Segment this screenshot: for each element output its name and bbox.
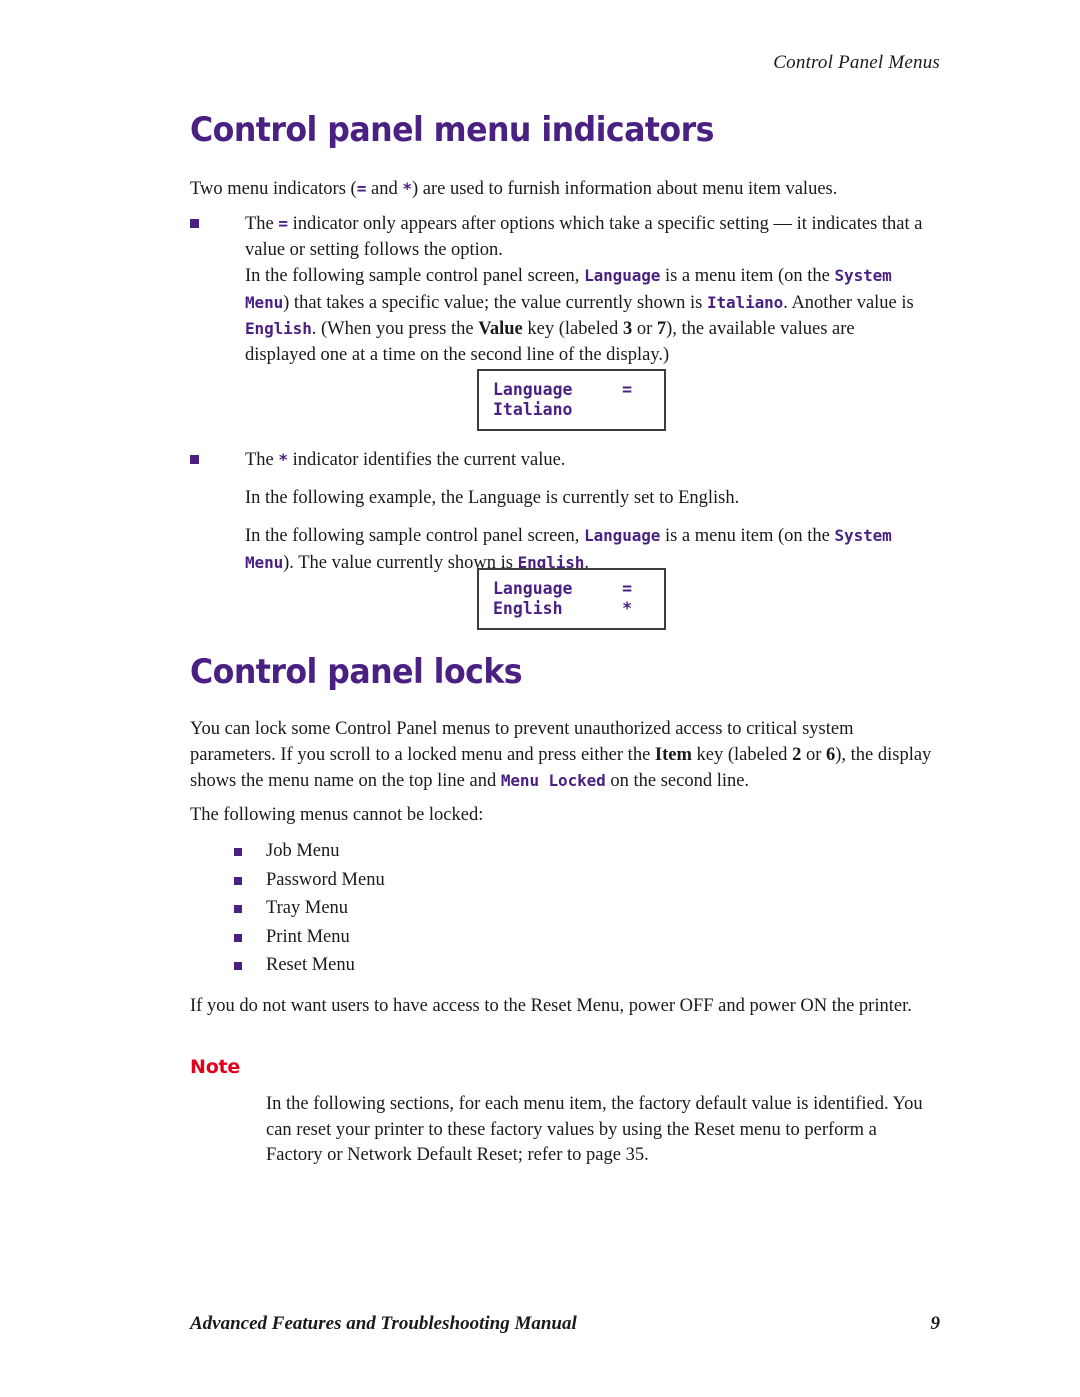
footer-manual-title: Advanced Features and Troubleshooting Ma…: [190, 1313, 577, 1334]
display-line-1: Language =: [493, 579, 633, 598]
intro-paragraph: Two menu indicators (= and *) are used t…: [190, 176, 930, 203]
square-bullet-icon: [234, 905, 242, 913]
power-cycle-paragraph: If you do not want users to have access …: [190, 996, 912, 1016]
key-number-7: 7: [656, 319, 667, 339]
display-line-1: Language =: [493, 380, 633, 399]
list-item-job-menu: Job Menu: [190, 837, 690, 866]
page-title-control-panel-menu-indicators: Control panel menu indicators: [190, 110, 714, 150]
square-bullet-icon: [190, 219, 199, 228]
bullet2-sub-paragraph-1: In the following example, the Language i…: [245, 487, 740, 508]
locks-paragraph: You can lock some Control Panel menus to…: [190, 717, 932, 795]
square-bullet-icon: [190, 455, 199, 464]
key-label-item: Item: [654, 744, 692, 765]
square-bullet-icon: [234, 933, 242, 942]
key-label-value: Value: [478, 319, 523, 339]
intro-text-b: and: [366, 179, 403, 199]
display-message-menu-locked: Menu Locked: [500, 771, 606, 790]
menu-label: Reset Menu: [266, 955, 355, 975]
asterisk-indicator-icon: *: [278, 450, 289, 469]
sub-text-b: is a menu item (on the: [660, 266, 835, 286]
square-bullet-icon: [234, 876, 242, 885]
sub-text-a: In the following sample control panel sc…: [245, 266, 585, 286]
list-item-reset-menu: Reset Menu: [190, 951, 690, 980]
locks-list-intro: The following menus cannot be locked:: [190, 805, 484, 825]
control-panel-display-italiano: Language = Italiano: [477, 369, 666, 431]
page-title-control-panel-locks: Control panel locks: [190, 652, 523, 692]
sub2-text-a: In the following sample control panel sc…: [245, 526, 585, 546]
value-english: English: [245, 319, 312, 338]
sub2-text-b: is a menu item (on the: [660, 526, 835, 546]
page-footer: Advanced Features and Troubleshooting Ma…: [190, 1313, 940, 1335]
control-panel-display-english: Language = English *: [477, 568, 666, 630]
menu-item-name-language: Language: [584, 266, 661, 285]
list-item-password-menu: Password Menu: [190, 866, 690, 895]
running-header: Control Panel Menus: [773, 52, 940, 73]
intro-text-c: ) are used to furnish information about …: [411, 179, 838, 199]
document-page: Control Panel Menus Control panel menu i…: [0, 0, 1080, 1397]
equals-indicator-icon: =: [278, 214, 289, 233]
menu-item-name-language: Language: [584, 526, 661, 545]
sub-text-c: ) that takes a specific value; the value…: [283, 292, 707, 313]
sub-text-d: . Another value is: [783, 292, 914, 313]
locks-text-b: key (labeled: [691, 744, 793, 765]
list-item-print-menu: Print Menu: [190, 923, 690, 952]
locks-text-e: on the second line.: [605, 771, 750, 791]
display-line-2: English *: [493, 599, 633, 618]
list-item: The = indicator only appears after optio…: [190, 211, 930, 263]
menu-label: Tray Menu: [266, 898, 349, 918]
key-number-2: 2: [792, 744, 802, 765]
key-number-6: 6: [825, 744, 836, 765]
bullet2-text-a: The: [245, 450, 279, 470]
key-number-3: 3: [622, 319, 633, 339]
bullet-text: The * indicator identifies the current v…: [245, 447, 930, 474]
intro-text-a: Two menu indicators (: [190, 179, 357, 199]
square-bullet-icon: [234, 962, 242, 970]
bullet-text: The = indicator only appears after optio…: [245, 211, 930, 263]
note-label: Note: [190, 1056, 241, 1078]
sub-text-f: key (labeled: [522, 319, 623, 339]
bullet1-text-b: indicator only appears after options whi…: [245, 214, 923, 260]
square-bullet-icon: [234, 848, 242, 856]
bullet-block-asterisk-indicator: The * indicator identifies the current v…: [190, 447, 930, 576]
display-line-2: Italiano: [493, 400, 573, 419]
list-item-tray-menu: Tray Menu: [190, 894, 690, 923]
sub-text-g: or: [632, 319, 657, 339]
footer-page-number: 9: [930, 1313, 941, 1334]
note-body-text: In the following sections, for each menu…: [266, 1094, 923, 1165]
bullet-block-equals-indicator: The = indicator only appears after optio…: [190, 211, 930, 368]
locks-text-c: or: [801, 744, 826, 765]
asterisk-indicator-icon: *: [402, 179, 412, 198]
unlockable-menu-list: Job Menu Password Menu Tray Menu Print M…: [190, 837, 690, 980]
menu-label: Print Menu: [266, 926, 350, 947]
value-italiano: Italiano: [706, 292, 784, 312]
bullet1-sub-paragraph: In the following sample control panel sc…: [190, 263, 930, 368]
equals-indicator-icon: =: [356, 179, 367, 198]
sub-text-e: . (When you press the: [311, 319, 479, 339]
bullet2-text-b: indicator identifies the current value.: [288, 450, 566, 470]
menu-label: Job Menu: [266, 841, 340, 861]
menu-label: Password Menu: [266, 869, 385, 890]
list-item: The * indicator identifies the current v…: [190, 447, 930, 474]
bullet1-text-a: The: [245, 214, 279, 234]
